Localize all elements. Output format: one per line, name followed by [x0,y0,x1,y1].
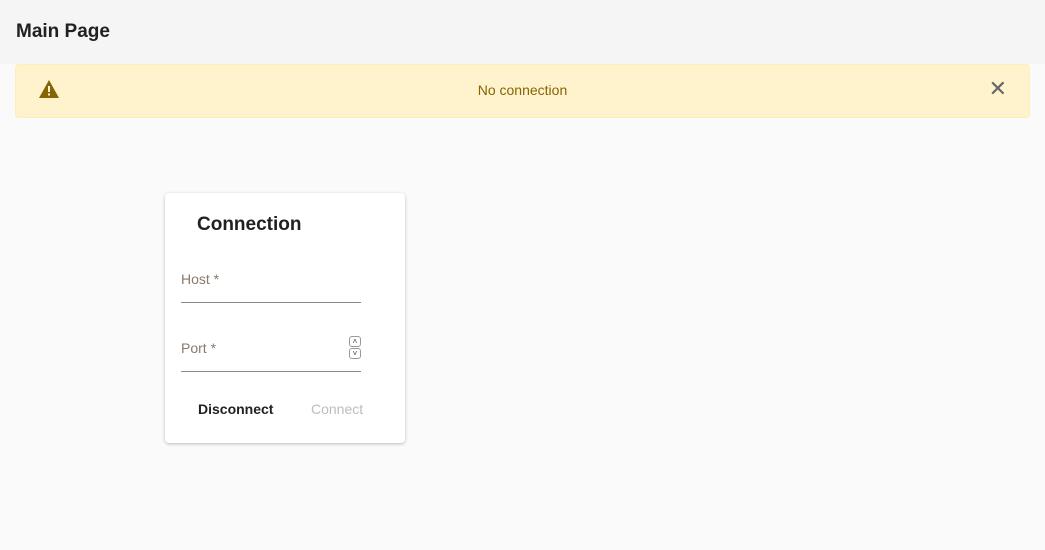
connection-card: Connection Host * Port * ˄ ˅ Disconnect C… [165,193,405,443]
host-input[interactable] [181,263,361,302]
app-header: Main Page [0,0,1045,64]
close-icon[interactable]: ✕ [989,78,1007,100]
card-title: Connection [197,214,302,235]
page-title: Main Page [16,21,110,42]
disconnect-button[interactable]: Disconnect [198,401,273,417]
chevron-up-icon[interactable]: ˄ [349,336,361,347]
port-stepper[interactable]: ˄ ˅ [349,336,361,359]
no-connection-alert: No connection ✕ [15,64,1030,118]
port-input[interactable] [181,332,361,371]
port-field[interactable]: Port * ˄ ˅ [181,332,361,372]
connect-button[interactable]: Connect [311,401,363,417]
chevron-down-icon[interactable]: ˅ [349,348,361,359]
alert-message: No connection [477,82,568,98]
host-field[interactable]: Host * [181,263,361,303]
